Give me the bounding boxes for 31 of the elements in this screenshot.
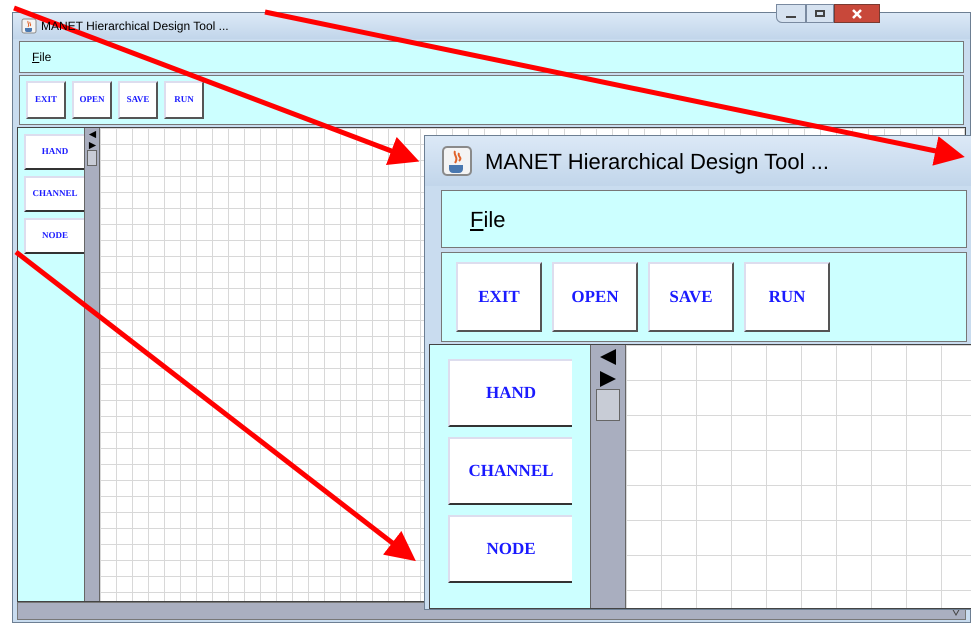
palette-button[interactable]: HAND	[24, 134, 84, 170]
scrollbar[interactable]	[84, 128, 100, 601]
toolbar-button[interactable]: RUN	[164, 81, 204, 119]
menu-item[interactable]: File	[32, 48, 52, 66]
palette-button[interactable]: NODE	[24, 218, 84, 254]
right-arrow-icon[interactable]	[88, 141, 96, 150]
left-arrow-icon[interactable]	[598, 347, 618, 367]
toolbar-button[interactable]: OPEN	[72, 81, 112, 119]
minimize-button[interactable]	[776, 4, 806, 23]
palette-button[interactable]: NODE	[448, 515, 572, 583]
toolbar-button[interactable]: RUN	[744, 262, 830, 332]
toolbar-button[interactable]: OPEN	[552, 262, 638, 332]
palette-button[interactable]: CHANNEL	[448, 437, 572, 505]
scrollbar[interactable]	[590, 345, 626, 608]
maximize-button[interactable]	[806, 4, 834, 23]
close-button[interactable]	[834, 4, 880, 23]
toolbar-button[interactable]: EXIT	[456, 262, 542, 332]
scroll-thumb[interactable]	[87, 150, 97, 166]
window-title: MANET Hierarchical Design Tool ...	[485, 148, 829, 176]
palette-button[interactable]: HAND	[448, 359, 572, 427]
toolbar-button[interactable]: EXIT	[26, 81, 66, 119]
toolbar-button[interactable]: SAVE	[648, 262, 734, 332]
menu-item[interactable]: File	[470, 202, 506, 236]
left-arrow-icon[interactable]	[88, 130, 96, 139]
right-arrow-icon[interactable]	[598, 369, 618, 389]
java-cup-icon	[441, 145, 473, 177]
java-cup-icon	[21, 18, 37, 34]
palette-button[interactable]: CHANNEL	[24, 176, 84, 212]
close-icon	[851, 8, 863, 18]
scroll-thumb[interactable]	[596, 389, 620, 421]
toolbar-button[interactable]: SAVE	[118, 81, 158, 119]
